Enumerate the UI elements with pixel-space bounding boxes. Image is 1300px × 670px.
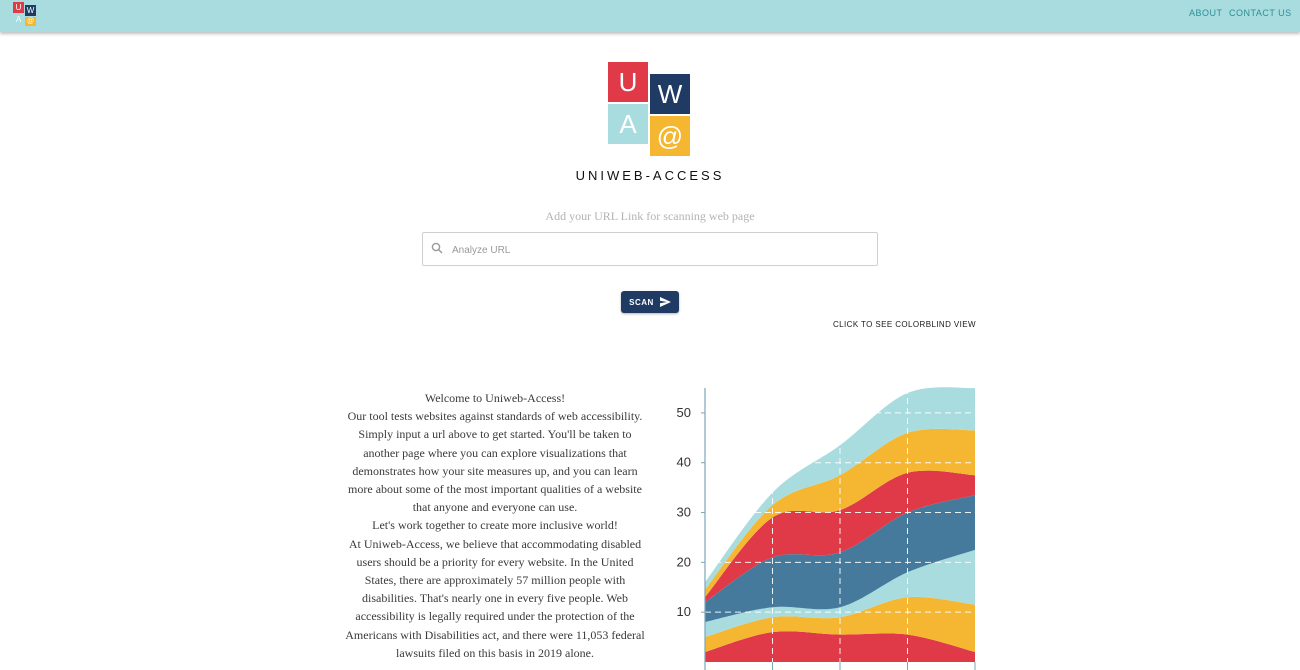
welcome-title: Welcome to Uniweb-Access! bbox=[424, 391, 566, 405]
scan-button[interactable]: SCAN bbox=[621, 291, 679, 313]
welcome-paragraph: Our tool tests websites against standard… bbox=[347, 409, 643, 515]
logo-tile-u: U bbox=[608, 62, 648, 102]
logo-tile-u: U bbox=[13, 2, 24, 13]
welcome-text: Welcome to Uniweb-Access! Our tool tests… bbox=[340, 389, 650, 662]
colorblind-view-link[interactable]: CLICK TO SEE COLORBLIND VIEW bbox=[833, 320, 976, 329]
welcome-callout: Let's work together to create more inclu… bbox=[372, 518, 618, 533]
send-icon bbox=[659, 297, 671, 307]
stacked-area-chart: 10 20 30 40 50 bbox=[677, 387, 976, 670]
logo-tile-w: W bbox=[25, 5, 36, 16]
y-tick-label: 40 bbox=[677, 455, 691, 470]
brand-logo: U W A @ bbox=[608, 62, 692, 158]
welcome-paragraph: At Uniweb-Access, we believe that accomm… bbox=[345, 536, 645, 660]
search-icon bbox=[431, 242, 443, 254]
logo-tile-a: A bbox=[13, 14, 24, 25]
brand-name: UNIWEB-ACCESS bbox=[575, 168, 725, 183]
scan-label: SCAN bbox=[629, 297, 654, 307]
url-input[interactable] bbox=[450, 240, 864, 260]
nav-about-link[interactable]: ABOUT bbox=[1189, 8, 1223, 18]
url-search-box bbox=[422, 232, 878, 266]
nav-contact-link[interactable]: CONTACT US bbox=[1229, 8, 1292, 18]
y-tick-label: 10 bbox=[677, 604, 691, 619]
home-logo[interactable]: U W A @ bbox=[13, 2, 37, 26]
logo-tile-a: A bbox=[608, 104, 648, 144]
y-tick-label: 30 bbox=[677, 505, 691, 520]
top-navbar: U W A @ ABOUT CONTACT US bbox=[0, 0, 1300, 32]
url-hint-text: Add your URL Link for scanning web page bbox=[545, 209, 755, 223]
y-tick-label: 20 bbox=[677, 554, 691, 569]
logo-tile-at: @ bbox=[25, 17, 36, 26]
logo-tile-at: @ bbox=[650, 116, 690, 156]
y-tick-label: 50 bbox=[677, 405, 691, 420]
logo-tile-w: W bbox=[650, 74, 690, 114]
